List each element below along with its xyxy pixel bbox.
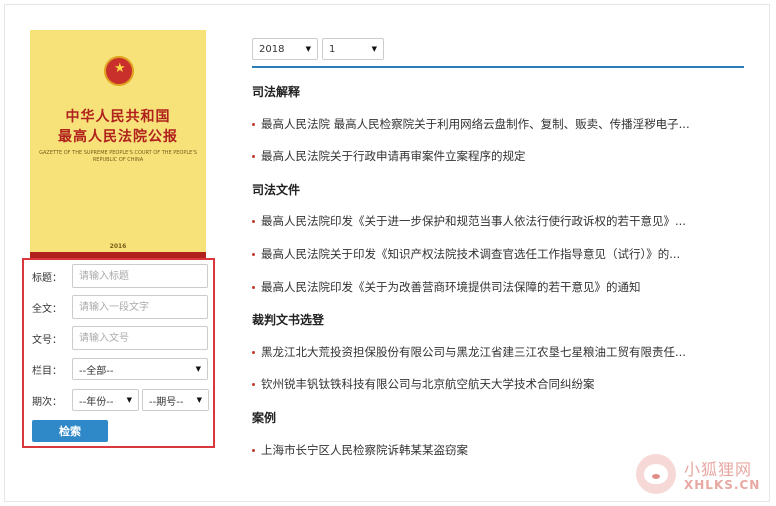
bullet-icon [252,448,255,452]
column-row: 栏目： --全部-- ▼ [32,357,208,381]
list-item-link[interactable]: 最高人民法院印发《关于为改善营商环境提供司法保障的若干意见》的通知 [261,279,641,295]
bullet-icon [252,154,255,158]
list-item-link[interactable]: 最高人民法院印发《关于进一步保护和规范当事人依法行使行政诉权的若干意见》... [261,213,686,229]
column-select[interactable]: --全部-- ▼ [72,358,208,380]
list-item-link[interactable]: 黑龙江北大荒投资担保股份有限公司与黑龙江省建三江农垦七星粮油工贸有限责任... [261,344,686,360]
chevron-down-icon: ▼ [371,45,377,53]
list-item[interactable]: 最高人民法院 最高人民检察院关于利用网络云盘制作、复制、贩卖、传播淫秽电子... [252,116,690,132]
column-select-value: --全部-- [79,365,114,377]
filter-year-value: 2018 [259,43,285,55]
list-item[interactable]: 最高人民法院印发《关于进一步保护和规范当事人依法行使行政诉权的若干意见》... [252,213,686,229]
list-item[interactable]: 最高人民法院印发《关于为改善营商环境提供司法保障的若干意见》的通知 [252,279,641,295]
chevron-down-icon: ▼ [305,45,311,53]
period-select[interactable]: --期号-- ▼ [142,389,209,411]
docno-row: 文号： [32,326,208,350]
docno-input[interactable] [72,326,208,350]
section-title-judicial-interpretation: 司法解释 [252,85,301,99]
title-label: 标题： [32,272,62,284]
section-title-judicial-documents: 司法文件 [252,183,301,197]
divider-line [252,66,744,68]
site-watermark: 小狐狸网 XHLKS.CN [632,452,772,502]
issue-label: 期次： [32,396,62,408]
list-item[interactable]: 最高人民法院关于行政申请再审案件立案程序的规定 [252,148,526,164]
cover-title-line2: 最高人民法院公报 [58,129,178,145]
watermark-en: XHLKS.CN [684,478,761,492]
list-item[interactable]: 钦州锐丰钒钛铁科技有限公司与北京航空航天大学技术合同纠纷案 [252,376,595,392]
section-title-cases: 案例 [252,411,277,425]
issue-filters: 2018 ▼ 1 ▼ [252,38,384,60]
filter-issue-select[interactable]: 1 ▼ [322,38,384,60]
year-select-value: --年份-- [79,396,114,408]
fox-logo-icon [636,454,676,494]
docno-label: 文号： [32,334,62,346]
gazette-cover-image[interactable]: 中华人民共和国 最高人民法院公报 GAZETTE OF THE SUPREME … [30,30,206,258]
cover-subtitle: GAZETTE OF THE SUPREME PEOPLE'S COURT OF… [39,150,197,163]
list-item[interactable]: 上海市长宁区人民检察院诉韩某某盗窃案 [252,442,468,458]
bullet-icon [252,252,255,256]
chevron-down-icon: ▼ [195,365,201,373]
fulltext-row: 全文： [32,295,208,319]
bullet-icon [252,122,255,126]
chevron-down-icon: ▼ [196,396,202,404]
watermark-cn: 小狐狸网 [684,460,753,479]
bullet-icon [252,350,255,354]
list-item[interactable]: 最高人民法院关于印发《知识产权法院技术调查官选任工作指导意见（试行）》的... [252,246,680,262]
search-panel: 标题： 全文： 文号： 栏目： --全部-- ▼ 期次： --年份-- ▼ --… [22,258,215,448]
list-item-link[interactable]: 最高人民法院关于印发《知识产权法院技术调查官选任工作指导意见（试行）》的... [261,246,680,262]
search-button[interactable]: 检索 [32,420,108,442]
bullet-icon [252,219,255,223]
list-item-link[interactable]: 最高人民法院关于行政申请再审案件立案程序的规定 [261,148,526,164]
list-item-link[interactable]: 上海市长宁区人民检察院诉韩某某盗窃案 [261,442,468,458]
cover-title-line1: 中华人民共和国 [65,109,171,125]
period-select-value: --期号-- [149,396,184,408]
fulltext-input[interactable] [72,295,208,319]
title-row: 标题： [32,264,208,288]
bullet-icon [252,285,255,289]
title-input[interactable] [72,264,208,288]
bullet-icon [252,382,255,386]
list-item[interactable]: 黑龙江北大荒投资担保股份有限公司与黑龙江省建三江农垦七星粮油工贸有限责任... [252,344,686,360]
list-item-link[interactable]: 钦州锐丰钒钛铁科技有限公司与北京航空航天大学技术合同纠纷案 [261,376,595,392]
fulltext-label: 全文： [32,303,62,315]
issue-row: 期次： --年份-- ▼ --期号-- ▼ [32,388,209,412]
filter-issue-value: 1 [329,43,336,55]
year-select[interactable]: --年份-- ▼ [72,389,139,411]
list-item-link[interactable]: 最高人民法院 最高人民检察院关于利用网络云盘制作、复制、贩卖、传播淫秽电子... [261,116,690,132]
national-emblem-icon [104,56,134,86]
column-label: 栏目： [32,365,62,377]
section-title-judgments: 裁判文书选登 [252,313,325,327]
filter-year-select[interactable]: 2018 ▼ [252,38,318,60]
cover-year: 2016 [109,243,127,250]
chevron-down-icon: ▼ [126,396,132,404]
